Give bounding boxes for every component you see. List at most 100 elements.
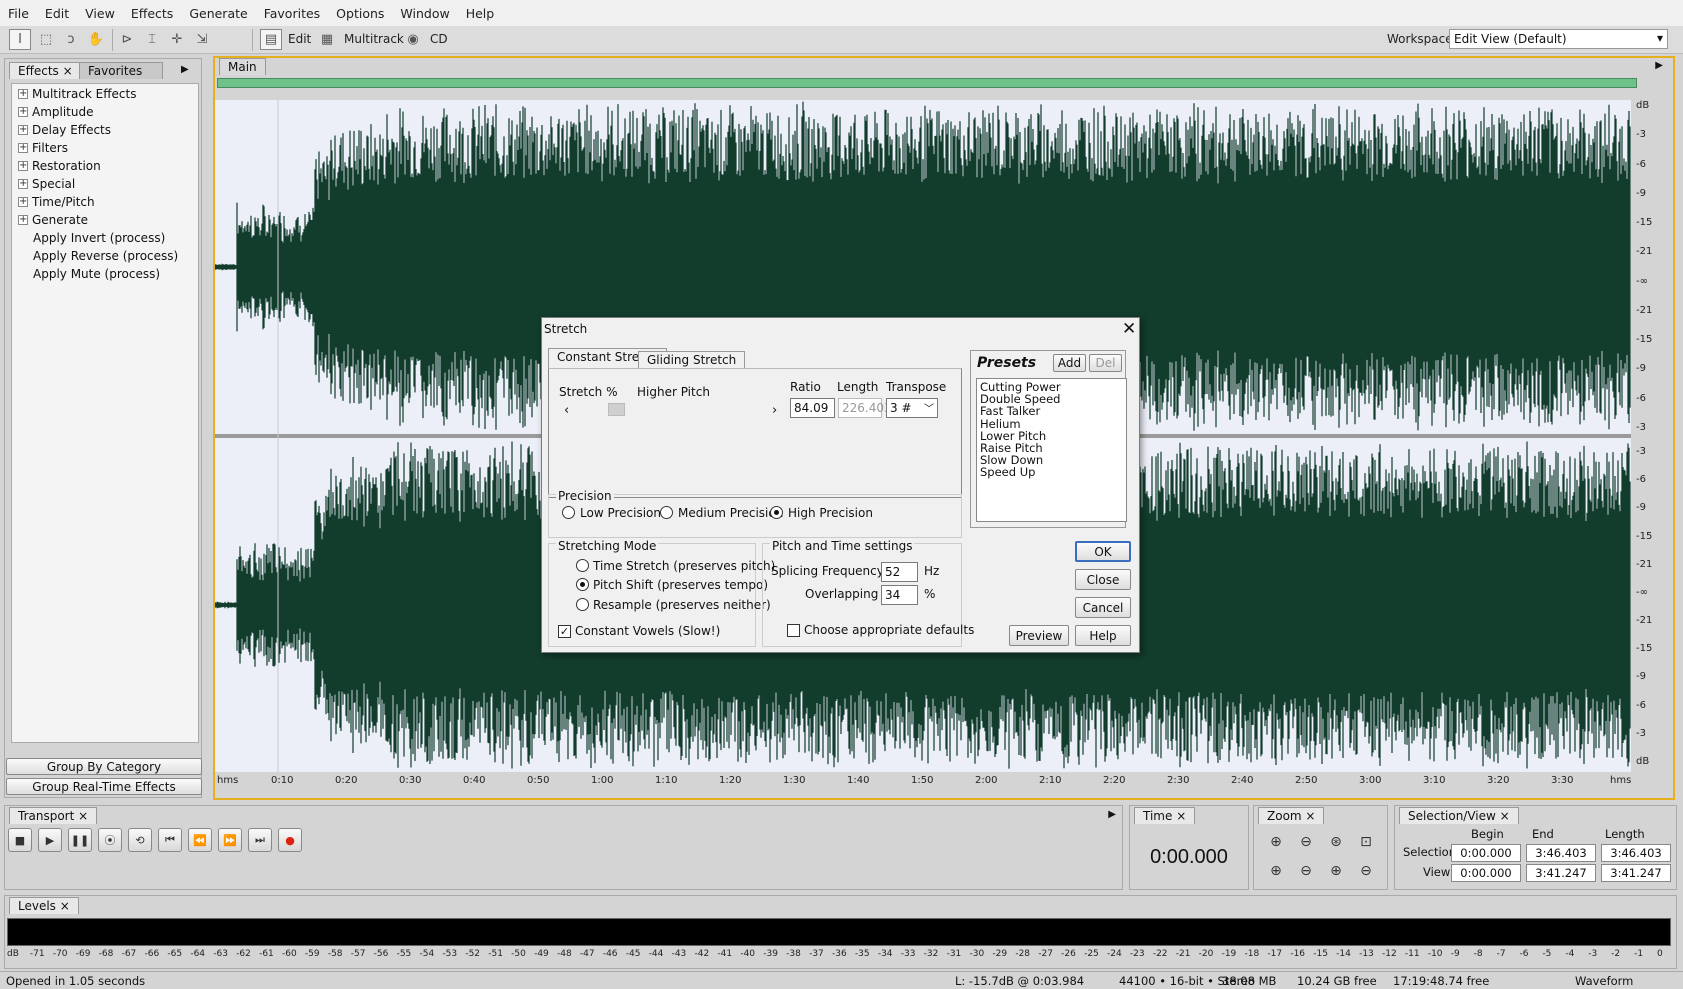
view-end-field[interactable]: 3:41.247 xyxy=(1526,864,1596,882)
panel-menu-icon[interactable]: ▶ xyxy=(1655,60,1663,71)
tab-transport[interactable]: Transport × xyxy=(9,807,98,824)
zoom-full-icon[interactable]: ⊛ xyxy=(1324,831,1348,853)
spot-healing-tool-icon[interactable]: ⌶ xyxy=(141,29,163,50)
close-icon[interactable]: × xyxy=(1500,809,1510,823)
menu-options[interactable]: Options xyxy=(328,6,392,21)
high-precision-radio[interactable] xyxy=(770,506,783,519)
menu-effects[interactable]: Effects xyxy=(123,6,182,21)
choose-defaults-checkbox[interactable] xyxy=(787,624,800,637)
panel-menu-icon[interactable]: ▶ xyxy=(181,64,189,75)
marquee-tool-icon[interactable]: ⬚ xyxy=(35,29,57,50)
menu-help[interactable]: Help xyxy=(458,6,503,21)
add-preset-button[interactable]: Add xyxy=(1053,354,1086,372)
effects-category[interactable]: + Delay Effects xyxy=(12,121,198,139)
pause-button[interactable]: ❚❚ xyxy=(68,828,92,852)
stop-button[interactable]: ■ xyxy=(8,828,32,852)
view-length-field[interactable]: 3:41.247 xyxy=(1601,864,1671,882)
menu-generate[interactable]: Generate xyxy=(181,6,255,21)
scrub-tool-icon[interactable]: ⊳ xyxy=(116,29,138,50)
hand-tool-icon[interactable]: ✋ xyxy=(85,29,107,50)
ok-button[interactable]: OK xyxy=(1075,541,1131,562)
cancel-button[interactable]: Cancel xyxy=(1075,597,1131,618)
expand-icon[interactable]: + xyxy=(18,143,28,153)
pitch-shift-radio[interactable] xyxy=(576,578,589,591)
medium-precision-radio[interactable] xyxy=(660,506,673,519)
zoom-out-vertical-icon[interactable]: ⊖ xyxy=(1354,860,1378,882)
group-real-time-effects-button[interactable]: Group Real-Time Effects xyxy=(6,778,202,795)
tab-favorites[interactable]: Favorites xyxy=(79,62,163,79)
play-button[interactable]: ▶ xyxy=(38,828,62,852)
view-begin-field[interactable]: 0:00.000 xyxy=(1451,864,1521,882)
effects-item[interactable]: Apply Mute (process) xyxy=(12,265,198,283)
lasso-tool-icon[interactable]: ↄ xyxy=(60,29,82,50)
close-icon[interactable]: × xyxy=(63,64,73,78)
time-stretch-radio[interactable] xyxy=(576,559,589,572)
overlapping-field[interactable]: 34 xyxy=(881,585,918,605)
zoom-out-horizontal-icon[interactable]: ⊖ xyxy=(1294,831,1318,853)
delete-preset-button[interactable]: Del xyxy=(1089,354,1122,372)
tab-main[interactable]: Main xyxy=(219,58,266,75)
hybrid-tool-icon[interactable]: ⇲ xyxy=(191,29,213,50)
time-selection-tool-icon[interactable]: I xyxy=(9,29,31,50)
close-icon[interactable]: × xyxy=(1176,809,1186,823)
tab-levels[interactable]: Levels × xyxy=(9,897,79,914)
low-precision-radio[interactable] xyxy=(562,506,575,519)
tab-selection-view[interactable]: Selection/View × xyxy=(1399,807,1519,824)
constant-vowels-checkbox[interactable]: ✓ xyxy=(558,625,571,638)
workspace-dropdown[interactable]: Edit View (Default) ▾ xyxy=(1449,29,1668,49)
effects-item[interactable]: Apply Reverse (process) xyxy=(12,247,198,265)
effects-category[interactable]: + Time/Pitch xyxy=(12,193,198,211)
panel-menu-icon[interactable]: ▶ xyxy=(1108,809,1116,820)
effects-category[interactable]: + Multitrack Effects xyxy=(12,85,198,103)
expand-icon[interactable]: + xyxy=(18,107,28,117)
menu-view[interactable]: View xyxy=(77,6,123,21)
go-to-end-button[interactable]: ⏭ xyxy=(248,828,272,852)
cd-view-label[interactable]: CD xyxy=(430,32,448,46)
overview-scrollbar[interactable] xyxy=(217,78,1637,88)
tab-gliding-stretch[interactable]: Gliding Stretch xyxy=(638,351,746,368)
effects-item[interactable]: Apply Invert (process) xyxy=(12,229,198,247)
slider-right-arrow[interactable]: › xyxy=(772,403,777,418)
edit-view-icon[interactable]: ▤ xyxy=(260,29,282,50)
zoom-left-edge-icon[interactable]: ⊕ xyxy=(1264,860,1288,882)
expand-icon[interactable]: + xyxy=(18,197,28,207)
tab-effects[interactable]: Effects × xyxy=(9,62,82,79)
multitrack-view-label[interactable]: Multitrack xyxy=(344,32,404,46)
preview-button[interactable]: Preview xyxy=(1009,625,1069,646)
zoom-selection-icon[interactable]: ⊡ xyxy=(1354,831,1378,853)
effects-category[interactable]: + Special xyxy=(12,175,198,193)
go-to-start-button[interactable]: ⏮ xyxy=(158,828,182,852)
group-by-category-button[interactable]: Group By Category xyxy=(6,758,202,775)
expand-icon[interactable]: + xyxy=(18,179,28,189)
tab-time[interactable]: Time × xyxy=(1134,807,1196,824)
move-tool-icon[interactable]: ✛ xyxy=(166,29,188,50)
menu-favorites[interactable]: Favorites xyxy=(256,6,328,21)
fast-forward-button[interactable]: ⏩ xyxy=(218,828,242,852)
menu-window[interactable]: Window xyxy=(392,6,457,21)
close-icon[interactable]: × xyxy=(78,809,88,823)
close-button[interactable]: Close xyxy=(1075,569,1131,590)
loop-button[interactable]: ⟲ xyxy=(128,828,152,852)
help-button[interactable]: Help xyxy=(1075,625,1131,646)
rewind-button[interactable]: ⏪ xyxy=(188,828,212,852)
transpose-dropdown[interactable]: 3 # ﹀ xyxy=(886,398,938,418)
expand-icon[interactable]: + xyxy=(18,125,28,135)
zoom-right-edge-icon[interactable]: ⊖ xyxy=(1294,860,1318,882)
record-button[interactable]: ● xyxy=(278,828,302,852)
selection-length-field[interactable]: 3:46.403 xyxy=(1601,844,1671,862)
slider-left-arrow[interactable]: ‹ xyxy=(564,403,569,418)
stretch-slider-thumb[interactable] xyxy=(608,403,625,416)
expand-icon[interactable]: + xyxy=(18,161,28,171)
resample-radio[interactable] xyxy=(576,598,589,611)
expand-icon[interactable]: + xyxy=(18,89,28,99)
expand-icon[interactable]: + xyxy=(18,215,28,225)
multitrack-view-icon[interactable]: ▦ xyxy=(316,29,338,50)
effects-category[interactable]: + Restoration xyxy=(12,157,198,175)
zoom-in-vertical-icon[interactable]: ⊕ xyxy=(1324,860,1348,882)
edit-view-label[interactable]: Edit xyxy=(288,32,311,46)
close-icon[interactable]: × xyxy=(1305,809,1315,823)
close-icon[interactable]: × xyxy=(60,899,70,913)
close-icon[interactable]: ✕ xyxy=(1122,319,1136,339)
selection-begin-field[interactable]: 0:00.000 xyxy=(1451,844,1521,862)
zoom-in-horizontal-icon[interactable]: ⊕ xyxy=(1264,831,1288,853)
